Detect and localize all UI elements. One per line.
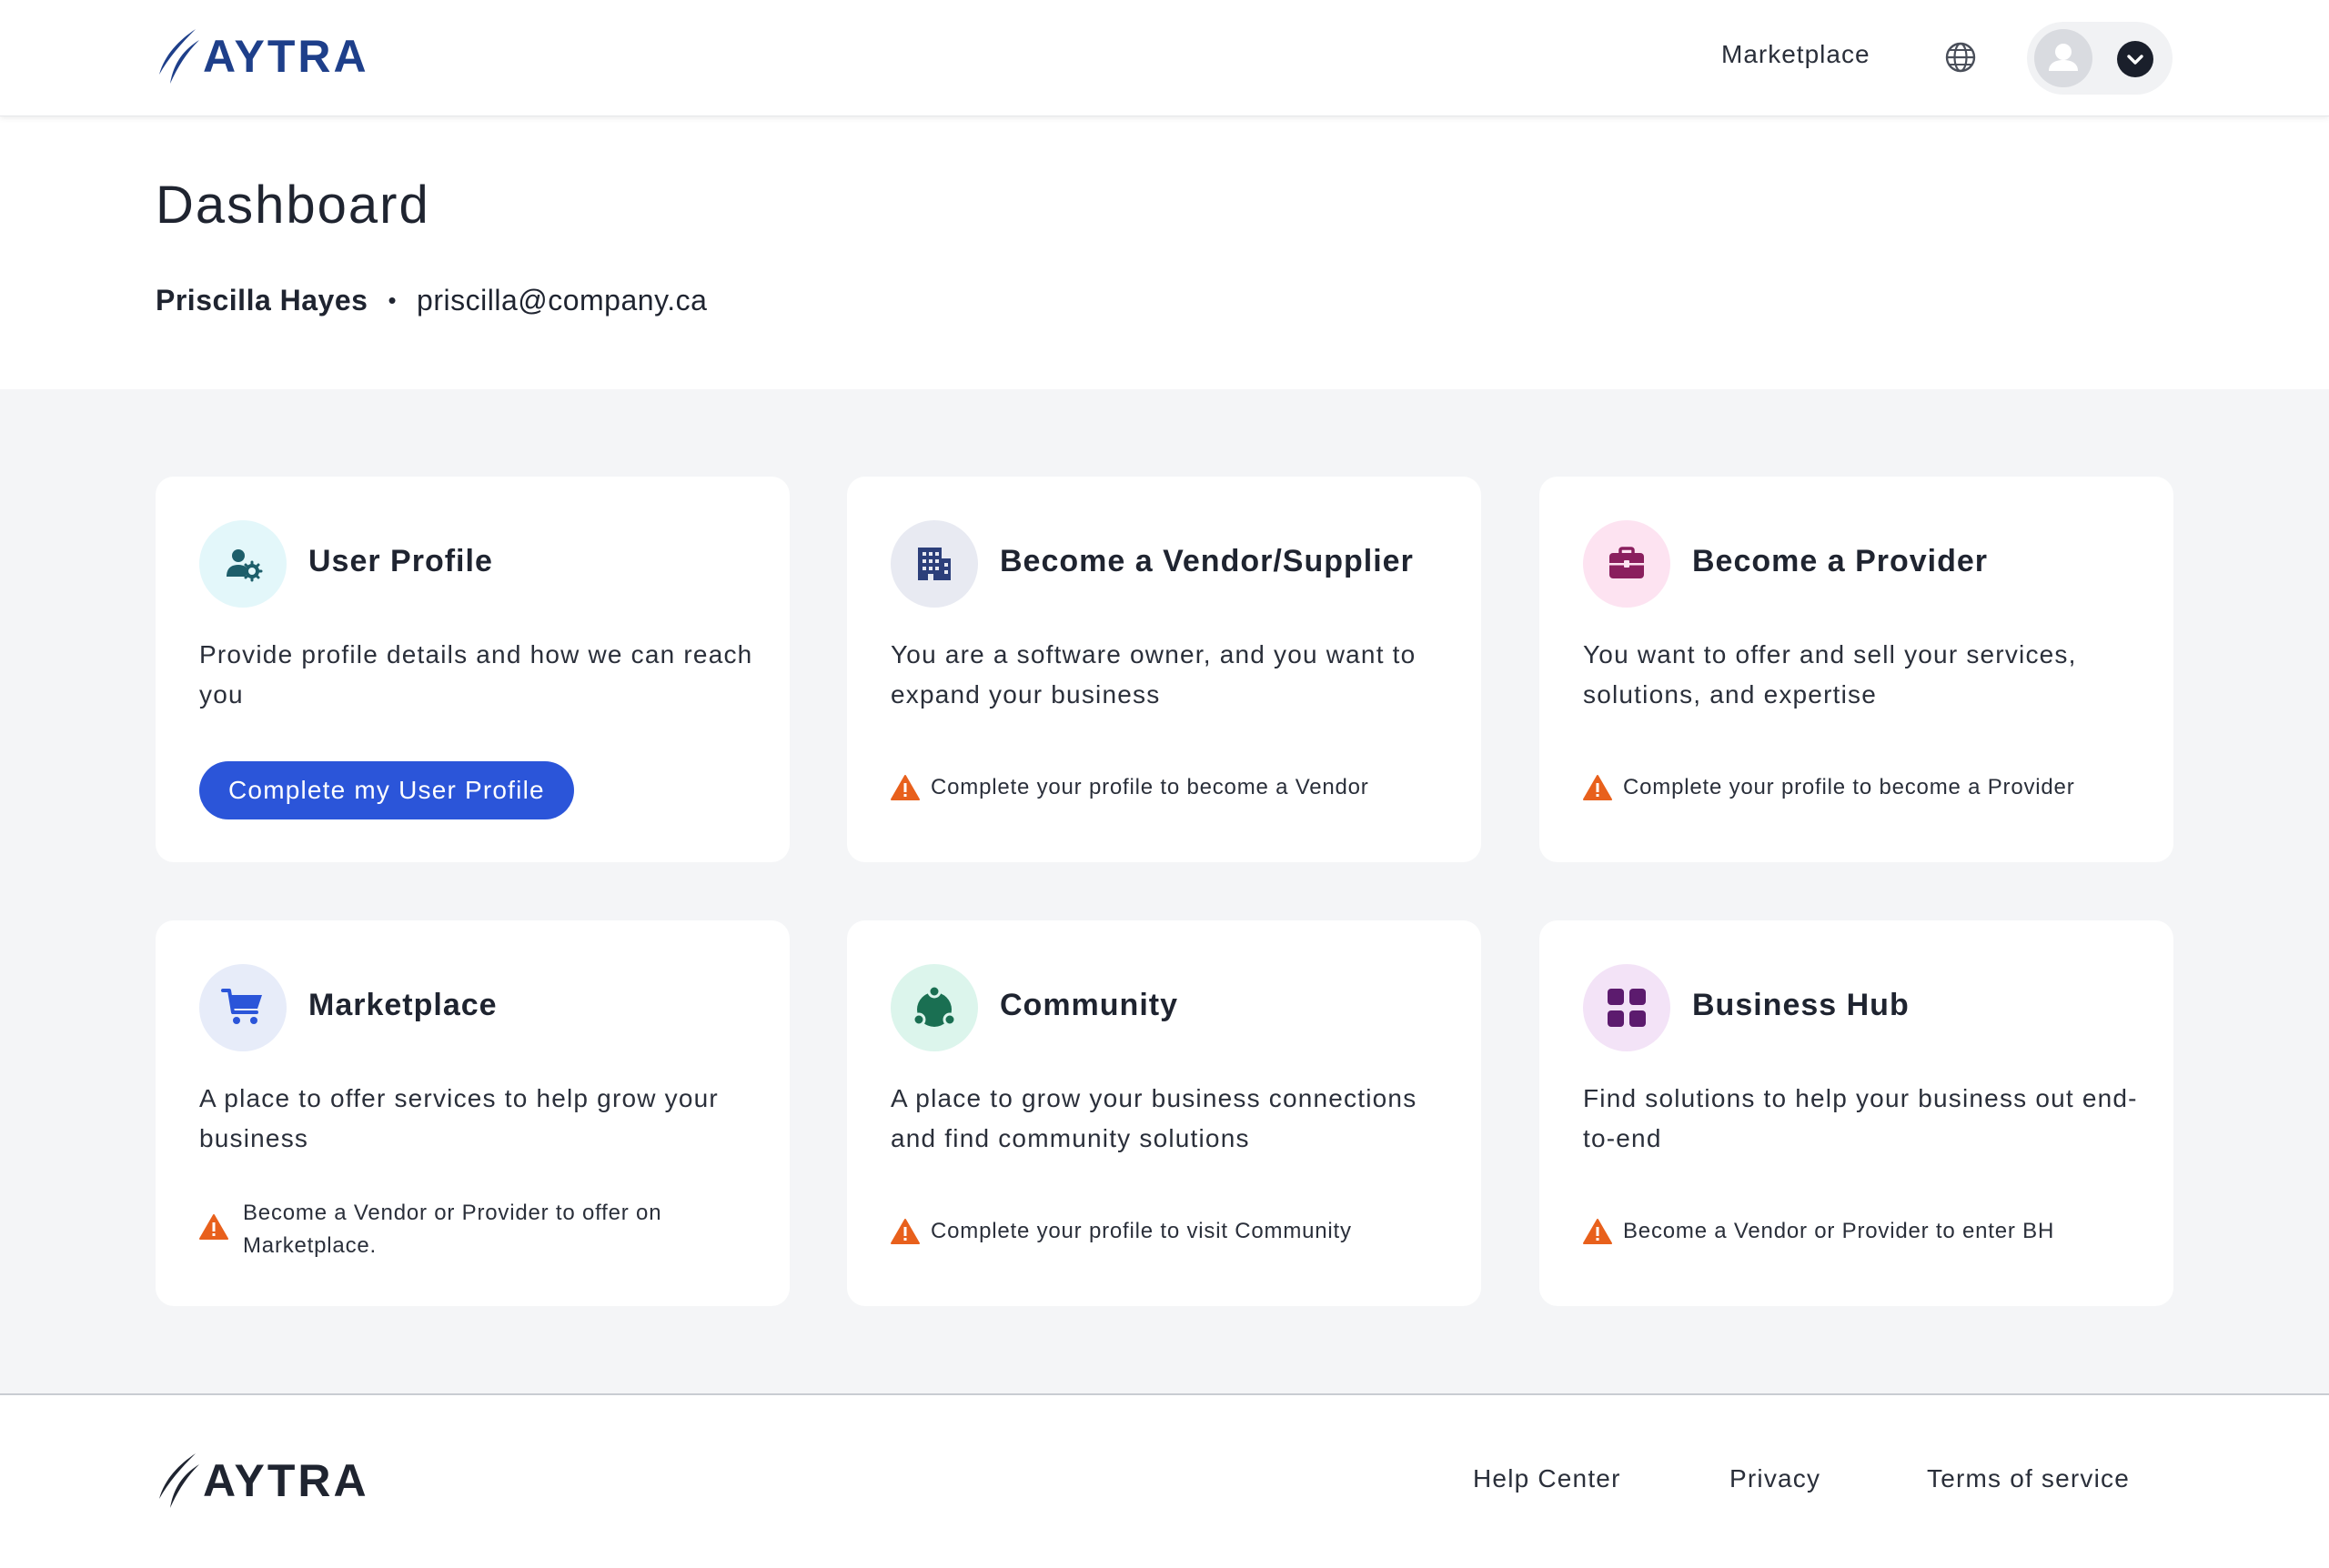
nav-marketplace-link[interactable]: Marketplace (1721, 40, 1870, 69)
card-description: A place to offer services to help grow y… (199, 1084, 719, 1152)
card-description: Find solutions to help your business out… (1583, 1084, 2138, 1152)
warning-icon (1583, 1219, 1612, 1244)
shopping-cart-icon (199, 964, 287, 1051)
card-marketplace[interactable]: Marketplace A place to offer services to… (156, 920, 790, 1306)
chevron-down-icon (2117, 41, 2153, 77)
card-description: You are a software owner, and you want t… (891, 640, 1417, 709)
card-title: Become a Vendor/Supplier (1000, 544, 1414, 578)
dashboard-cards-area: User Profile Provide profile details and… (0, 389, 2329, 1393)
separator-dot: • (388, 286, 398, 314)
warning-icon (1583, 775, 1612, 800)
card-warning-note: Become a Vendor or Provider to offer on … (199, 1197, 763, 1262)
warning-text: Complete your profile to visit Community (931, 1219, 1352, 1243)
card-description: A place to grow your business connection… (891, 1084, 1417, 1152)
card-become-vendor[interactable]: Become a Vendor/Supplier You are a softw… (847, 477, 1481, 862)
warning-icon (891, 1219, 920, 1244)
card-warning-note: Complete your profile to visit Community (891, 1215, 1455, 1248)
header-logo[interactable]: AYTRA (156, 27, 369, 85)
footer-link-help-center[interactable]: Help Center (1473, 1464, 1621, 1493)
logo-text: AYTRA (203, 31, 369, 82)
card-title: User Profile (308, 544, 493, 578)
card-user-profile: User Profile Provide profile details and… (156, 477, 790, 862)
grid-icon (1583, 964, 1670, 1051)
card-title: Community (1000, 988, 1178, 1022)
card-business-hub[interactable]: Business Hub Find solutions to help your… (1539, 920, 2173, 1306)
briefcase-icon (1583, 520, 1670, 608)
globe-icon[interactable] (1944, 41, 1977, 74)
user-settings-icon (199, 520, 287, 608)
card-description: Provide profile details and how we can r… (199, 640, 753, 709)
top-header: AYTRA Marketplace (0, 0, 2329, 116)
footer-link-privacy[interactable]: Privacy (1729, 1464, 1820, 1493)
card-title: Become a Provider (1692, 544, 1989, 578)
card-warning-note: Complete your profile to become a Vendor (891, 771, 1455, 804)
complete-profile-button[interactable]: Complete my User Profile (199, 761, 574, 819)
building-icon (891, 520, 978, 608)
aytra-swoosh-icon (159, 29, 199, 84)
aytra-swoosh-icon (159, 1453, 199, 1508)
community-icon (891, 964, 978, 1051)
user-name: Priscilla Hayes (156, 284, 368, 317)
warning-icon (891, 775, 920, 800)
warning-text: Complete your profile to become a Provid… (1623, 775, 2075, 799)
page-footer: AYTRA Help Center Privacy Terms of servi… (0, 1393, 2329, 1568)
card-title: Marketplace (308, 988, 498, 1022)
warning-text: Complete your profile to become a Vendor (931, 775, 1369, 799)
card-description: You want to offer and sell your services… (1583, 640, 2077, 709)
user-avatar-icon (2034, 29, 2092, 87)
page-title: Dashboard (156, 176, 430, 235)
warning-text: Become a Vendor or Provider to offer on … (243, 1201, 662, 1258)
user-email: priscilla@company.ca (417, 284, 708, 317)
card-warning-note: Become a Vendor or Provider to enter BH (1583, 1215, 2147, 1248)
warning-icon (199, 1214, 228, 1240)
card-community[interactable]: Community A place to grow your business … (847, 920, 1481, 1306)
footer-link-terms[interactable]: Terms of service (1927, 1464, 2130, 1493)
card-become-provider[interactable]: Become a Provider You want to offer and … (1539, 477, 2173, 862)
card-warning-note: Complete your profile to become a Provid… (1583, 771, 2147, 804)
user-info: Priscilla Hayes • priscilla@company.ca (156, 284, 707, 317)
user-menu-button[interactable] (2027, 22, 2173, 95)
warning-text: Become a Vendor or Provider to enter BH (1623, 1219, 2055, 1243)
card-title: Business Hub (1692, 988, 1910, 1022)
footer-logo[interactable]: AYTRA (156, 1452, 369, 1510)
logo-text: AYTRA (203, 1455, 369, 1506)
